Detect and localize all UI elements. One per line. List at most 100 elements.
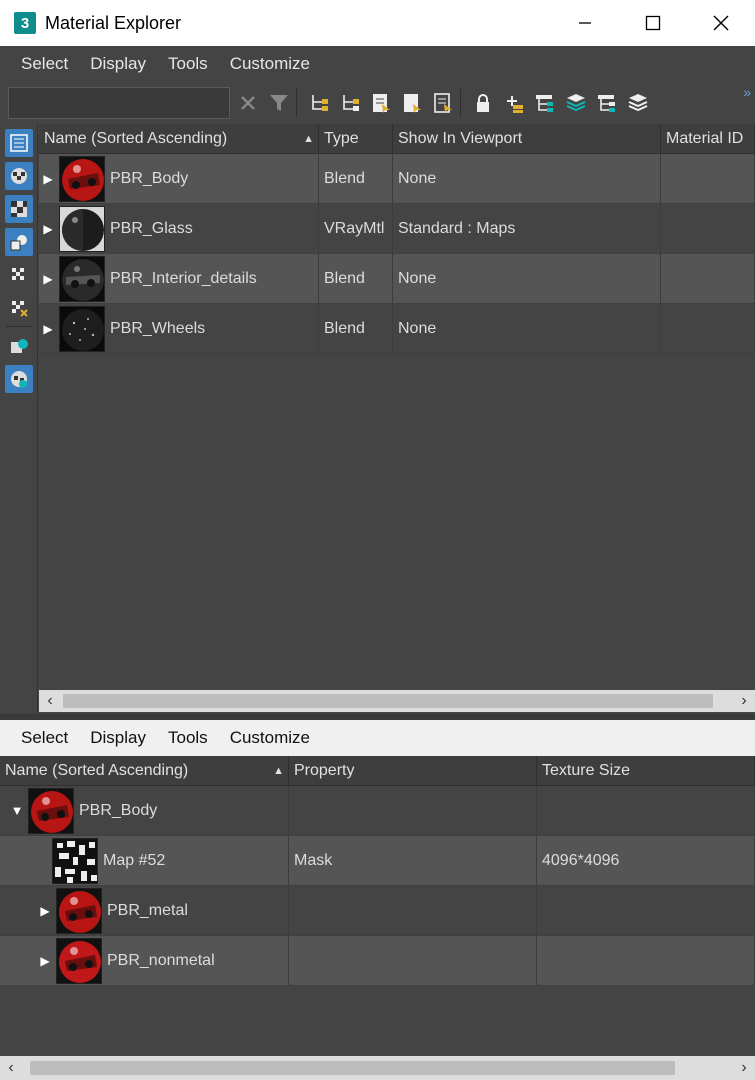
material-thumbnail <box>56 937 102 984</box>
material-type: Blend <box>319 154 393 203</box>
hierarchy-icon[interactable] <box>306 90 332 116</box>
scroll-left-icon[interactable]: ‹ <box>39 690 61 712</box>
material-type: Blend <box>319 304 393 353</box>
expand-arrow-icon[interactable]: ▶ <box>36 954 54 968</box>
column-header-type[interactable]: Type <box>319 124 393 153</box>
close-button[interactable] <box>687 0 755 46</box>
material-name: PBR_metal <box>107 901 188 919</box>
table-row[interactable]: ▼ PBR_Body <box>0 786 755 836</box>
title-bar: 3 Material Explorer <box>0 0 755 46</box>
display-missing-maps-icon[interactable] <box>5 294 33 322</box>
toolbar-overflow-icon[interactable]: » <box>743 84 751 100</box>
material-id <box>661 204 755 253</box>
layers-icon[interactable] <box>625 90 651 116</box>
material-name: PBR_Body <box>79 801 158 819</box>
menu-select[interactable]: Select <box>21 54 82 74</box>
table-row[interactable]: ▶ PBR_nonmetal <box>0 936 755 986</box>
sort-ascending-icon: ▲ <box>303 132 314 145</box>
show-in-viewport[interactable]: None <box>393 254 661 303</box>
display-object-materials-icon[interactable] <box>5 332 33 360</box>
material-detail-grid: Name (Sorted Ascending) ▲ Property Textu… <box>0 756 755 1056</box>
show-in-viewport[interactable]: None <box>393 304 661 353</box>
scroll-thumb[interactable] <box>63 694 713 708</box>
top-grid-header: Name (Sorted Ascending) ▲ Type Show In V… <box>39 124 755 154</box>
menu-customize[interactable]: Customize <box>230 54 324 74</box>
menu-customize[interactable]: Customize <box>230 728 324 748</box>
material-thumbnail <box>59 155 105 202</box>
material-type: Blend <box>319 254 393 303</box>
left-toolbar <box>0 124 38 716</box>
column-header-name-label: Name (Sorted Ascending) <box>5 761 189 779</box>
select-object-icon[interactable] <box>430 90 456 116</box>
maximize-button[interactable] <box>619 0 687 46</box>
scroll-right-icon[interactable]: › <box>733 1057 755 1079</box>
menu-display[interactable]: Display <box>90 54 160 74</box>
column-header-texture-size[interactable]: Texture Size <box>537 756 755 785</box>
toolbar-separator <box>460 89 461 117</box>
scroll-right-icon[interactable]: › <box>733 690 755 712</box>
select-material-icon[interactable] <box>368 90 394 116</box>
menu-tools[interactable]: Tools <box>168 728 222 748</box>
material-thumbnail <box>59 305 105 352</box>
clear-search-icon[interactable] <box>235 90 261 116</box>
expand-arrow-icon[interactable]: ▶ <box>39 222 57 236</box>
scroll-thumb[interactable] <box>30 1061 675 1075</box>
texture-size <box>537 786 755 835</box>
material-id <box>661 254 755 303</box>
column-header-material-id[interactable]: Material ID <box>661 124 755 153</box>
top-horizontal-scrollbar[interactable]: ‹ › <box>39 690 755 712</box>
menu-select[interactable]: Select <box>21 728 82 748</box>
column-header-name[interactable]: Name (Sorted Ascending) ▲ <box>0 756 289 785</box>
expand-arrow-icon[interactable]: ▶ <box>39 272 57 286</box>
table-row[interactable]: ▶ PBR_Wheels Blend None <box>39 304 755 354</box>
menu-tools[interactable]: Tools <box>168 54 222 74</box>
tree-expand-icon[interactable] <box>594 90 620 116</box>
map-name: Map #52 <box>103 851 166 869</box>
menu-display[interactable]: Display <box>90 728 160 748</box>
add-material-icon[interactable] <box>501 90 527 116</box>
column-header-show-in-viewport[interactable]: Show In Viewport <box>393 124 661 153</box>
display-list-icon[interactable] <box>5 129 33 157</box>
scroll-left-icon[interactable]: ‹ <box>0 1057 22 1079</box>
select-map-icon[interactable] <box>399 90 425 116</box>
display-materials-icon[interactable] <box>5 162 33 190</box>
column-header-property[interactable]: Property <box>289 756 537 785</box>
collapse-arrow-icon[interactable]: ▼ <box>8 803 26 818</box>
material-thumbnail <box>59 255 105 302</box>
material-thumbnail <box>59 205 105 252</box>
display-used-maps-icon[interactable] <box>5 261 33 289</box>
column-header-name[interactable]: Name (Sorted Ascending) ▲ <box>39 124 319 153</box>
property <box>289 786 537 835</box>
table-row[interactable]: ▶ PBR_metal <box>0 886 755 936</box>
expand-arrow-icon[interactable]: ▶ <box>36 904 54 918</box>
table-row[interactable]: ▶ PBR_Glass VRayMtl Standard : Maps <box>39 204 755 254</box>
top-menu-bar: Select Display Tools Customize <box>0 46 755 82</box>
lock-icon[interactable] <box>470 90 496 116</box>
show-in-viewport[interactable]: Standard : Maps <box>393 204 661 253</box>
filter-icon[interactable] <box>266 90 292 116</box>
layers-down-icon[interactable] <box>563 90 589 116</box>
expand-arrow-icon[interactable]: ▶ <box>39 172 57 186</box>
display-maps-icon[interactable] <box>5 195 33 223</box>
expand-arrow-icon[interactable]: ▶ <box>39 322 57 336</box>
minimize-icon <box>579 22 591 24</box>
material-id <box>661 304 755 353</box>
column-header-name-label: Name (Sorted Ascending) <box>44 129 228 147</box>
material-tree-grid: Name (Sorted Ascending) ▲ Type Show In V… <box>39 124 755 690</box>
display-sub-materials-icon[interactable] <box>5 365 33 393</box>
bottom-grid-header: Name (Sorted Ascending) ▲ Property Textu… <box>0 756 755 786</box>
display-objects-icon[interactable] <box>5 228 33 256</box>
search-input[interactable] <box>8 87 230 119</box>
table-row[interactable]: Map #52 Mask 4096*4096 <box>0 836 755 886</box>
table-row[interactable]: ▶ PBR_Interior_details Blend None <box>39 254 755 304</box>
material-name: PBR_Body <box>110 169 189 187</box>
minimize-button[interactable] <box>551 0 619 46</box>
table-row[interactable]: ▶ PBR_Body Blend None <box>39 154 755 204</box>
close-icon <box>713 15 729 31</box>
material-id <box>661 154 755 203</box>
show-in-viewport[interactable]: None <box>393 154 661 203</box>
texture-size <box>537 886 755 935</box>
tree-collapse-icon[interactable] <box>532 90 558 116</box>
bottom-horizontal-scrollbar[interactable]: ‹ › <box>0 1056 755 1080</box>
hierarchy-expand-icon[interactable] <box>337 90 363 116</box>
